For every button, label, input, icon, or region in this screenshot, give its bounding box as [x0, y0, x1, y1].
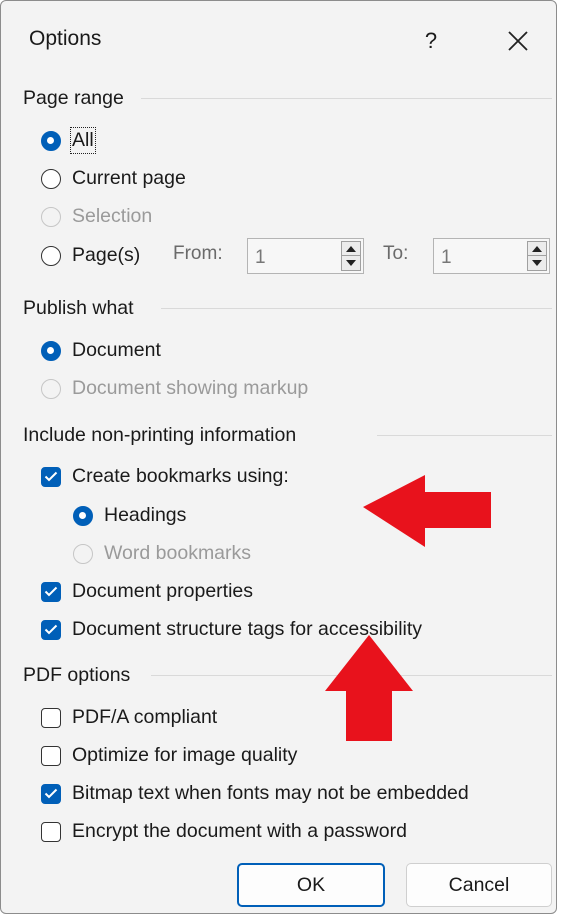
structure-tags-checkbox[interactable] [41, 619, 61, 640]
optimize-label: Optimize for image quality [72, 744, 298, 766]
radio-selection-button [41, 206, 61, 227]
to-stepper-arrows [527, 241, 547, 271]
radio-document-label: Document [72, 339, 161, 361]
checkmark-icon [44, 624, 58, 635]
pdf-options-group: PDF options [23, 664, 141, 687]
radio-current-page[interactable]: Current page [41, 167, 186, 190]
optimize-checkbox[interactable] [41, 745, 61, 766]
radio-pages-label: Page(s) [72, 244, 141, 266]
radio-headings[interactable]: Headings [73, 504, 186, 527]
from-stepper[interactable]: 1 [247, 238, 364, 274]
radio-all[interactable]: All [41, 127, 96, 154]
radio-selection: Selection [41, 205, 152, 228]
checkmark-icon [44, 471, 58, 482]
non-printing-divider [377, 435, 552, 436]
document-properties-checkbox[interactable] [41, 581, 61, 602]
document-properties-label: Document properties [72, 580, 254, 602]
radio-selection-label: Selection [72, 205, 153, 227]
non-printing-group: Include non-printing information [23, 424, 307, 447]
to-down-arrow-icon[interactable] [527, 256, 547, 271]
page-range-heading: Page range [23, 87, 134, 109]
from-label: From: [173, 243, 223, 264]
checkmark-icon [44, 586, 58, 597]
pdf-options-heading: PDF options [23, 664, 141, 686]
radio-current-page-label: Current page [72, 167, 186, 189]
close-icon [508, 31, 528, 51]
radio-document-markup-button [41, 378, 61, 399]
radio-document-button[interactable] [41, 340, 61, 361]
from-up-arrow-icon[interactable] [341, 241, 361, 256]
radio-document-markup: Document showing markup [41, 377, 308, 400]
encrypt-checkbox[interactable] [41, 821, 61, 842]
radio-all-label: All [70, 127, 96, 154]
options-dialog: Options ? Page range All Current page Se… [0, 0, 557, 914]
create-bookmarks-checkbox[interactable] [41, 466, 61, 487]
check-create-bookmarks[interactable]: Create bookmarks using: [41, 465, 289, 488]
radio-word-bookmarks: Word bookmarks [73, 542, 251, 565]
check-pdfa[interactable]: PDF/A compliant [41, 706, 217, 729]
checkmark-icon [44, 788, 58, 799]
check-document-properties[interactable]: Document properties [41, 580, 253, 603]
close-button[interactable] [498, 21, 538, 61]
non-printing-heading: Include non-printing information [23, 424, 307, 446]
from-down-arrow-icon[interactable] [341, 256, 361, 271]
radio-headings-label: Headings [104, 504, 187, 526]
cancel-button[interactable]: Cancel [406, 863, 552, 907]
radio-document[interactable]: Document [41, 339, 161, 362]
pdfa-checkbox[interactable] [41, 707, 61, 728]
to-up-arrow-icon[interactable] [527, 241, 547, 256]
publish-what-divider [161, 308, 552, 309]
radio-pages[interactable]: Page(s) [41, 244, 140, 267]
publish-what-heading: Publish what [23, 297, 144, 319]
to-stepper[interactable]: 1 [433, 238, 550, 274]
help-button[interactable]: ? [411, 21, 451, 61]
to-label: To: [383, 243, 409, 264]
bitmap-text-label: Bitmap text when fonts may not be embedd… [72, 782, 469, 804]
up-arrow-icon [325, 635, 413, 741]
radio-word-bookmarks-label: Word bookmarks [104, 542, 252, 564]
radio-pages-button[interactable] [41, 245, 61, 266]
radio-headings-button[interactable] [73, 505, 93, 526]
publish-what-group: Publish what [23, 297, 144, 320]
create-bookmarks-label: Create bookmarks using: [72, 465, 289, 487]
page-range-divider [141, 98, 552, 99]
radio-document-markup-label: Document showing markup [72, 377, 309, 399]
check-optimize[interactable]: Optimize for image quality [41, 744, 297, 767]
radio-current-page-button[interactable] [41, 168, 61, 189]
from-value: 1 [255, 247, 266, 268]
from-stepper-arrows [341, 241, 361, 271]
encrypt-label: Encrypt the document with a password [72, 820, 407, 842]
ok-button[interactable]: OK [237, 863, 385, 907]
radio-word-bookmarks-button [73, 543, 93, 564]
title-bar: Options ? [1, 1, 556, 79]
dialog-title: Options [29, 27, 102, 50]
radio-all-button[interactable] [41, 130, 61, 151]
bitmap-text-checkbox[interactable] [41, 783, 61, 804]
check-encrypt[interactable]: Encrypt the document with a password [41, 820, 407, 843]
check-bitmap-text[interactable]: Bitmap text when fonts may not be embedd… [41, 782, 469, 805]
to-value: 1 [441, 247, 452, 268]
page-range-group: Page range [23, 87, 134, 110]
pdfa-label: PDF/A compliant [72, 706, 218, 728]
left-arrow-icon [363, 475, 491, 547]
